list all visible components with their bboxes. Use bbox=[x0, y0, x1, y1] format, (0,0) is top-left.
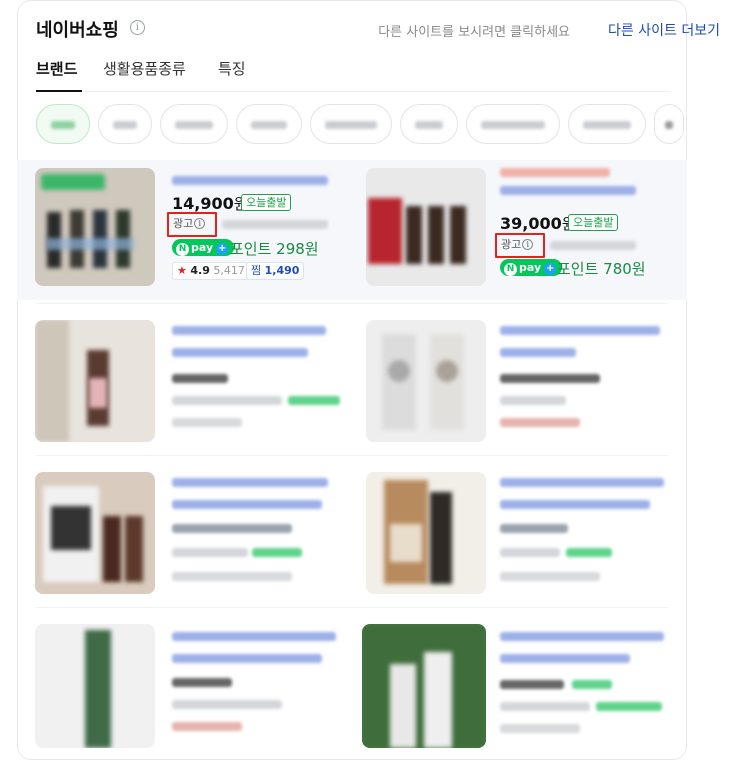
price-blurred bbox=[500, 374, 600, 383]
product-title-blurred[interactable] bbox=[172, 326, 326, 335]
product-image[interactable] bbox=[362, 624, 486, 748]
rating-badge: ★ 4.9 5,417 bbox=[172, 262, 250, 280]
rating-blurred bbox=[172, 418, 242, 427]
product-title-blurred[interactable] bbox=[172, 632, 336, 641]
product-title-blurred[interactable] bbox=[500, 478, 664, 487]
zzim-badge: 찜 1,490 bbox=[246, 262, 305, 280]
product-title-blurred[interactable] bbox=[500, 186, 636, 195]
chevron-right-icon[interactable] bbox=[654, 104, 684, 144]
price-blurred bbox=[172, 374, 228, 383]
today-ship-badge: 오늘출발 bbox=[568, 214, 619, 231]
filter-chip[interactable] bbox=[36, 104, 90, 144]
meta-blurred bbox=[172, 700, 282, 709]
rating-blurred bbox=[500, 572, 600, 581]
filter-chip-row bbox=[36, 104, 696, 146]
tab-features[interactable]: 특징 bbox=[218, 58, 246, 79]
tab-household-type[interactable]: 생활용품종류 bbox=[103, 58, 186, 79]
rating-blurred bbox=[500, 724, 580, 733]
active-tab-underline bbox=[36, 90, 82, 92]
product-title-blurred[interactable] bbox=[172, 478, 328, 487]
npay-blurred bbox=[288, 396, 340, 405]
product-image[interactable] bbox=[35, 320, 155, 442]
seller-name-blurred[interactable] bbox=[222, 220, 328, 229]
row-divider bbox=[36, 303, 668, 304]
product-image[interactable] bbox=[35, 168, 155, 286]
row-divider bbox=[36, 455, 668, 456]
product-title-blurred[interactable] bbox=[500, 654, 630, 663]
filter-chip[interactable] bbox=[160, 104, 228, 144]
filter-chip[interactable] bbox=[400, 104, 458, 144]
price-blurred bbox=[500, 680, 564, 689]
point-reward: 포인트 780원 bbox=[557, 260, 646, 278]
npay-blurred bbox=[252, 548, 302, 557]
npay-badge: Npay + bbox=[500, 259, 563, 276]
ad-highlight-box bbox=[495, 233, 545, 258]
price-blurred bbox=[172, 524, 292, 533]
ad-highlight-box bbox=[167, 212, 217, 237]
npay-blurred bbox=[566, 548, 612, 557]
product-title-blurred[interactable] bbox=[172, 176, 328, 185]
today-ship-badge: 오늘출발 bbox=[241, 194, 292, 211]
product-title-blurred[interactable] bbox=[500, 632, 664, 641]
filter-chip[interactable] bbox=[310, 104, 392, 144]
tab-divider bbox=[36, 91, 670, 92]
tab-brand[interactable]: 브랜드 bbox=[36, 58, 77, 79]
price-blurred bbox=[500, 524, 568, 533]
point-reward: 포인트 298원 bbox=[230, 240, 319, 258]
rating-blurred bbox=[500, 418, 580, 427]
npay-blurred bbox=[596, 702, 662, 711]
card-header: 네이버쇼핑 i 다른 사이트를 보시려면 클릭하세요 다른 사이트 더보기 bbox=[36, 16, 720, 42]
filter-chip[interactable] bbox=[98, 104, 152, 144]
more-sites-link[interactable]: 다른 사이트 더보기 bbox=[608, 20, 720, 40]
product-title-blurred[interactable] bbox=[172, 654, 322, 663]
hint-text: 다른 사이트를 보시려면 클릭하세요 bbox=[378, 25, 570, 40]
meta-blurred bbox=[172, 396, 282, 405]
row-divider bbox=[36, 607, 668, 608]
product-price: 14,900원 bbox=[172, 194, 248, 213]
rating-blurred bbox=[172, 722, 242, 731]
meta-blurred bbox=[500, 396, 566, 405]
star-icon: ★ bbox=[177, 264, 187, 277]
product-title-blurred[interactable] bbox=[500, 500, 650, 509]
price-blurred bbox=[172, 678, 232, 687]
meta-blurred bbox=[172, 548, 248, 557]
product-image[interactable] bbox=[366, 320, 486, 442]
npay-blurred bbox=[572, 680, 612, 689]
product-image[interactable] bbox=[35, 624, 155, 748]
card-title: 네이버쇼핑 bbox=[36, 20, 119, 41]
product-title-blurred[interactable] bbox=[500, 348, 576, 357]
promo-text-blurred bbox=[500, 168, 610, 177]
rating-blurred bbox=[172, 572, 292, 581]
product-image[interactable] bbox=[366, 168, 486, 286]
filter-chip[interactable] bbox=[568, 104, 646, 144]
npay-badge: Npay + bbox=[172, 239, 235, 256]
product-title-blurred[interactable] bbox=[500, 326, 660, 335]
product-price: 39,000원 bbox=[500, 214, 576, 233]
product-image[interactable] bbox=[35, 472, 155, 594]
filter-chip[interactable] bbox=[236, 104, 302, 144]
product-image[interactable] bbox=[366, 472, 486, 594]
meta-blurred bbox=[500, 548, 560, 557]
product-title-blurred[interactable] bbox=[172, 500, 322, 509]
meta-blurred bbox=[500, 702, 590, 711]
product-title-blurred[interactable] bbox=[172, 348, 308, 357]
filter-chip[interactable] bbox=[466, 104, 560, 144]
info-icon[interactable]: i bbox=[130, 20, 145, 35]
seller-name-blurred[interactable] bbox=[550, 241, 636, 250]
